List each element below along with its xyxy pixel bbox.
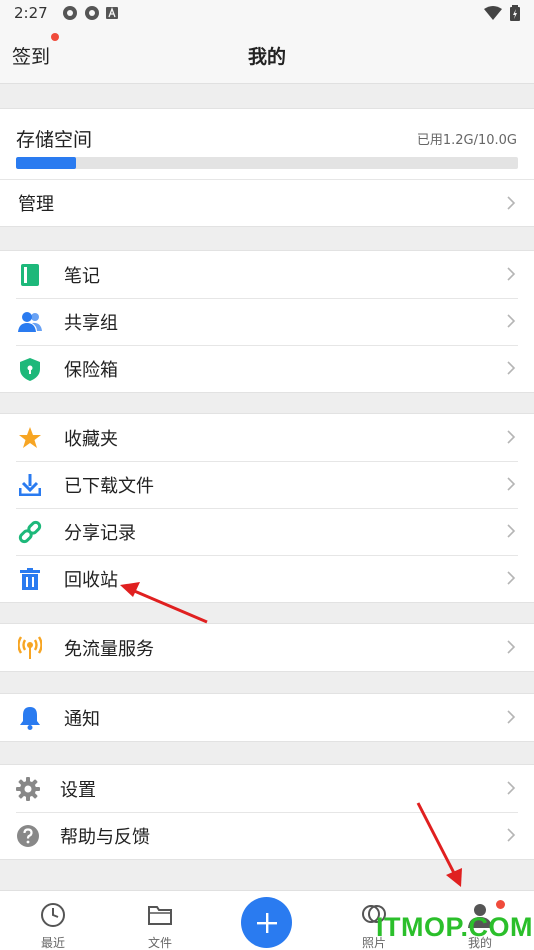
menu-item-share-history[interactable]: 分享记录 <box>0 508 534 555</box>
menu-item-label: 收藏夹 <box>64 428 118 450</box>
menu-item-label: 分享记录 <box>64 522 136 544</box>
chevron-right-icon <box>507 781 516 795</box>
menu-item-label: 已下载文件 <box>64 475 154 497</box>
menu-item-label: 设置 <box>60 779 96 801</box>
chevron-right-icon <box>507 828 516 842</box>
menu-item-help-feedback[interactable]: 帮助与反馈 <box>0 812 534 859</box>
chevron-right-icon <box>507 477 516 491</box>
menu-item-label: 保险箱 <box>64 359 118 381</box>
add-button[interactable] <box>241 897 292 948</box>
menu-item-label: 笔记 <box>64 265 100 287</box>
top-bar: 签到 我的 <box>0 26 534 84</box>
app-notification-icon <box>84 6 99 20</box>
chevron-right-icon <box>507 524 516 538</box>
menu-group-data-service: 免流量服务 <box>0 623 534 672</box>
menu-item-settings[interactable]: 设置 <box>0 765 534 812</box>
status-time: 2:27 <box>14 4 48 22</box>
menu-item-label: 共享组 <box>64 312 118 334</box>
menu-item-vault[interactable]: 保险箱 <box>0 345 534 392</box>
wifi-icon <box>484 6 502 20</box>
status-bar: 2:27 <box>0 0 534 26</box>
menu-item-downloads[interactable]: 已下载文件 <box>0 461 534 508</box>
chevron-right-icon <box>507 267 516 281</box>
status-notification-icons <box>62 5 118 21</box>
nav-tab-files[interactable]: 文件 <box>120 891 200 950</box>
page-title: 我的 <box>247 46 286 68</box>
menu-group-files: 收藏夹 已下载文件 分享记录 回收站 <box>0 413 534 603</box>
nav-tab-label: 最近 <box>40 936 65 950</box>
chevron-right-icon <box>507 710 516 724</box>
chevron-right-icon <box>507 430 516 444</box>
menu-item-notifications[interactable]: 通知 <box>0 694 534 741</box>
gear-icon <box>16 777 40 801</box>
menu-group-settings: 设置 帮助与反馈 <box>0 764 534 860</box>
notebook-icon <box>18 263 42 287</box>
clock-icon <box>41 903 65 927</box>
font-notification-icon <box>105 7 118 19</box>
storage-progress-bar <box>16 157 518 169</box>
manage-row[interactable]: 管理 <box>0 179 534 226</box>
star-icon <box>18 426 42 450</box>
plus-icon <box>256 912 277 933</box>
storage-used-text: 已用1.2G/10.0G <box>416 133 517 148</box>
bell-icon <box>18 706 42 730</box>
shield-icon <box>18 357 42 381</box>
me-badge <box>496 900 505 909</box>
download-icon <box>18 473 42 497</box>
menu-item-label: 免流量服务 <box>64 638 154 660</box>
menu-item-notes[interactable]: 笔记 <box>0 251 534 298</box>
nav-tab-recent[interactable]: 最近 <box>13 891 93 950</box>
menu-item-free-data[interactable]: 免流量服务 <box>0 624 534 671</box>
chevron-right-icon <box>507 314 516 328</box>
chevron-right-icon <box>507 640 516 654</box>
trash-icon <box>18 567 42 591</box>
menu-item-label: 回收站 <box>64 569 118 591</box>
menu-item-label: 通知 <box>64 708 100 730</box>
storage-summary: 存储空间 已用1.2G/10.0G <box>0 109 534 179</box>
storage-progress-fill <box>16 157 77 169</box>
menu-item-share-group[interactable]: 共享组 <box>0 298 534 345</box>
folder-icon <box>148 906 172 925</box>
storage-label: 存储空间 <box>16 129 93 151</box>
group-icon <box>18 310 42 334</box>
app-notification-icon <box>62 6 77 20</box>
help-icon <box>16 824 40 848</box>
link-icon <box>18 520 42 544</box>
menu-group-notifications: 通知 <box>0 693 534 742</box>
signal-icon <box>18 636 42 660</box>
menu-item-label: 帮助与反馈 <box>60 826 150 848</box>
menu-item-recycle-bin[interactable]: 回收站 <box>0 555 534 602</box>
chevron-right-icon <box>507 361 516 375</box>
chevron-right-icon <box>507 571 516 585</box>
manage-label: 管理 <box>18 194 54 215</box>
watermark-text: ITMOP.COM <box>376 912 534 942</box>
storage-card: 存储空间 已用1.2G/10.0G 管理 <box>0 108 534 227</box>
menu-group-tools: 笔记 共享组 保险箱 <box>0 250 534 393</box>
checkin-badge <box>51 33 59 41</box>
menu-item-favorites[interactable]: 收藏夹 <box>0 414 534 461</box>
battery-icon <box>510 5 520 21</box>
nav-tab-label: 文件 <box>147 936 172 950</box>
chevron-right-icon <box>507 196 516 210</box>
